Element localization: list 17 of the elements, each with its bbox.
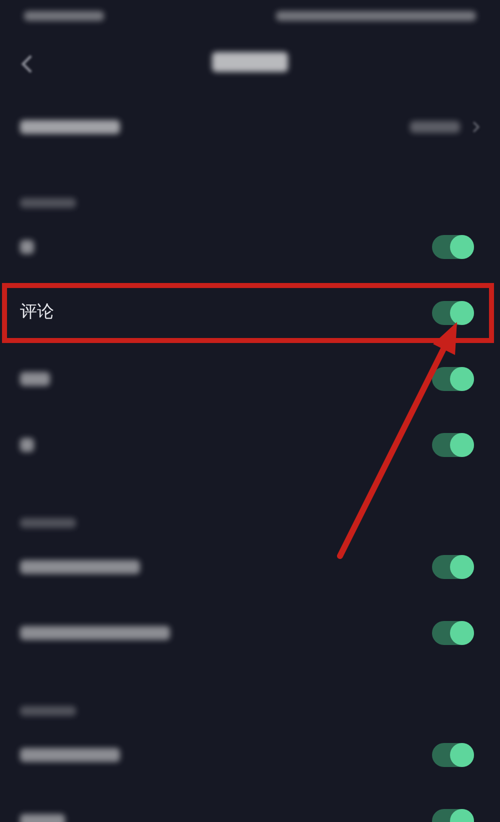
- blurred-section-label: [20, 706, 76, 716]
- blurred-section-label: [20, 518, 76, 528]
- toggle-switch[interactable]: [432, 235, 474, 259]
- back-icon[interactable]: [20, 54, 34, 74]
- toggle-switch[interactable]: [432, 555, 474, 579]
- toggle-switch[interactable]: [432, 743, 474, 767]
- blurred-value: [410, 120, 460, 132]
- setting-label: 评论: [20, 301, 54, 324]
- chevron-icon: [472, 120, 480, 134]
- toggle-switch[interactable]: [432, 367, 474, 391]
- toggle-switch[interactable]: [432, 621, 474, 645]
- blurred-label: [20, 438, 34, 452]
- blurred-label: [20, 240, 34, 254]
- blurred-section-label: [20, 198, 76, 208]
- blurred-label: [20, 372, 50, 386]
- toggle-switch[interactable]: [432, 433, 474, 457]
- toggle-switch[interactable]: [432, 301, 474, 325]
